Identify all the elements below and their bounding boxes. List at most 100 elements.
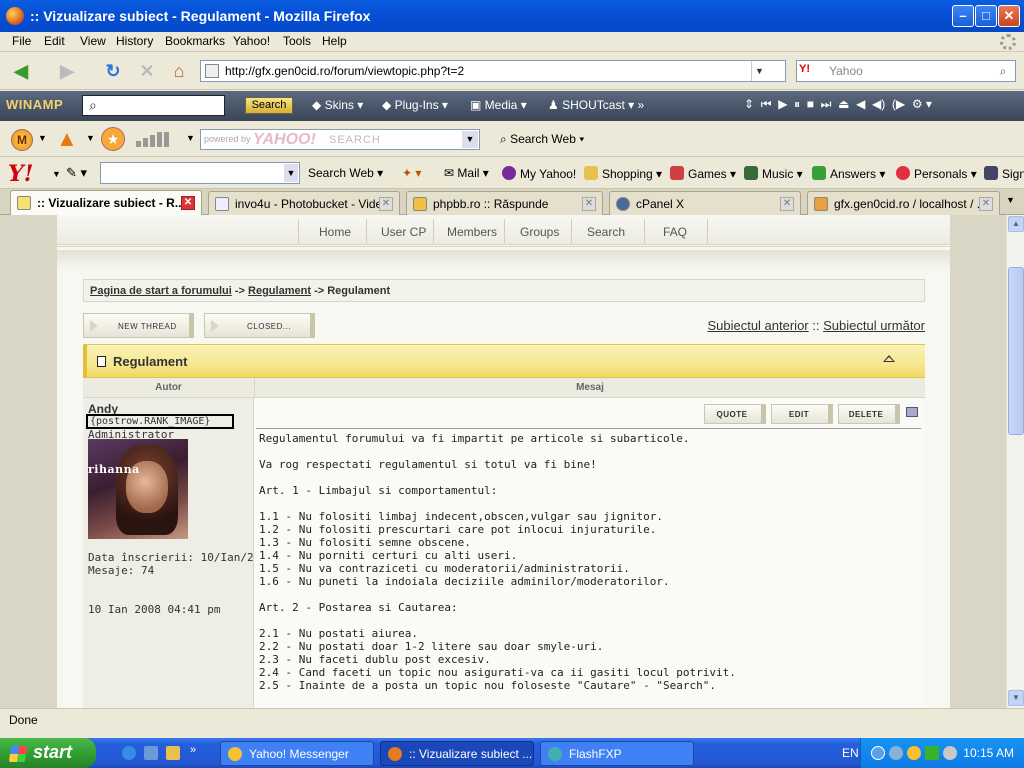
ip-computer-icon[interactable] bbox=[906, 407, 918, 417]
winamp-search-input[interactable]: ⌕ bbox=[82, 95, 225, 116]
upload-arrow-icon[interactable]: ▲ bbox=[56, 128, 78, 150]
quote-button[interactable]: QUOTE bbox=[704, 404, 766, 424]
tab-close-icon[interactable]: ✕ bbox=[780, 197, 794, 211]
closed-button[interactable]: CLOSED... bbox=[204, 313, 315, 338]
scroll-thumb[interactable] bbox=[1008, 267, 1024, 435]
nav-search[interactable]: Search bbox=[587, 225, 625, 239]
menu-tools[interactable]: Tools bbox=[283, 34, 311, 48]
tab-close-icon[interactable]: ✕ bbox=[979, 197, 993, 211]
nav-groups[interactable]: Groups bbox=[520, 225, 559, 239]
bars-dropdown[interactable]: ▼ bbox=[186, 133, 195, 143]
yahoo-logo-dropdown[interactable]: ▼ bbox=[52, 169, 61, 179]
winamp-plugins[interactable]: ◆ Plug-Ins ▾ bbox=[382, 98, 448, 112]
m-dropdown[interactable]: ▼ bbox=[38, 133, 47, 143]
nav-faq[interactable]: FAQ bbox=[663, 225, 687, 239]
yahoo-search-input[interactable]: powered by YAHOO! SEARCH ▼ bbox=[200, 129, 480, 150]
scroll-down-icon[interactable]: ▼ bbox=[1008, 690, 1024, 706]
menu-help[interactable]: Help bbox=[322, 34, 347, 48]
tab-close-icon[interactable]: ✕ bbox=[181, 196, 195, 210]
quicklaunch-icon[interactable] bbox=[144, 746, 158, 760]
yahoo-search-web[interactable]: Search Web ▾ bbox=[308, 166, 383, 180]
yahoo-toolbar-input[interactable]: ▼ bbox=[100, 162, 300, 184]
reload-icon[interactable]: ↻ bbox=[100, 59, 126, 85]
search-bar[interactable]: Y! Yahoo ⌕ bbox=[796, 60, 1016, 82]
winamp-skins[interactable]: ◆ Skins ▾ bbox=[312, 98, 363, 112]
forward-icon[interactable]: ▶ bbox=[54, 59, 80, 85]
quicklaunch-icon[interactable] bbox=[166, 746, 180, 760]
breadcrumb-section[interactable]: Regulament bbox=[248, 285, 311, 297]
previous-topic-link[interactable]: Subiectul anterior bbox=[707, 318, 808, 333]
maximize-button[interactable]: □ bbox=[975, 5, 997, 27]
winamp-media[interactable]: ▣ Media ▾ bbox=[470, 98, 527, 112]
tab-vizualizare[interactable]: :: Vizualizare subiect - R... ✕ bbox=[10, 190, 202, 215]
search-web-button[interactable]: ⌕ Search Web ▾ bbox=[500, 132, 584, 147]
edit-button[interactable]: EDIT bbox=[771, 404, 833, 424]
vertical-scrollbar[interactable]: ▲ ▼ bbox=[1006, 215, 1024, 708]
tray-winamp-icon[interactable] bbox=[925, 746, 939, 760]
winamp-logo[interactable]: WINAMP bbox=[6, 97, 63, 112]
menu-bookmarks[interactable]: Bookmarks bbox=[165, 34, 225, 48]
winamp-search-button[interactable]: Search bbox=[245, 97, 293, 114]
tray-network-icon[interactable] bbox=[889, 746, 903, 760]
tab-close-icon[interactable]: ✕ bbox=[379, 197, 393, 211]
tab-phpbb[interactable]: phpbb.ro :: Răspunde ✕ bbox=[406, 191, 603, 215]
ie-icon[interactable] bbox=[122, 746, 136, 760]
tab-list-dropdown[interactable]: ▼ bbox=[1006, 195, 1015, 205]
window-title-bar[interactable]: :: Vizualizare subiect - Regulament - Mo… bbox=[0, 0, 1024, 32]
yahoo-search-dropdown[interactable]: ▼ bbox=[462, 131, 478, 148]
yahoo-sign-in[interactable]: Sign bbox=[984, 166, 1024, 181]
yahoo-mail[interactable]: ✉ Mail ▾ bbox=[444, 166, 489, 180]
star-icon[interactable]: ★ bbox=[101, 127, 125, 151]
new-thread-button[interactable]: NEW THREAD bbox=[83, 313, 194, 338]
breadcrumb-home[interactable]: Pagina de start a forumului bbox=[90, 285, 232, 297]
menu-view[interactable]: View bbox=[80, 34, 106, 48]
upload-dropdown[interactable]: ▼ bbox=[86, 133, 95, 143]
start-button[interactable]: start bbox=[0, 738, 96, 768]
next-topic-link[interactable]: Subiectul următor bbox=[823, 318, 925, 333]
delete-button[interactable]: DELETE bbox=[838, 404, 900, 424]
collapse-icon[interactable] bbox=[883, 355, 895, 362]
tab-cpanel[interactable]: cPanel X ✕ bbox=[609, 191, 801, 215]
yahoo-logo[interactable]: Y! bbox=[8, 161, 33, 187]
highlighter-icon[interactable]: ✦ ▾ bbox=[402, 166, 421, 180]
yahoo-personals[interactable]: Personals ▾ bbox=[896, 166, 977, 181]
url-history-dropdown[interactable]: ▼ bbox=[751, 61, 767, 81]
scroll-up-icon[interactable]: ▲ bbox=[1008, 216, 1024, 232]
my-yahoo[interactable]: My Yahoo! bbox=[502, 166, 576, 181]
url-text[interactable]: http://gfx.gen0cid.ro/forum/viewtopic.ph… bbox=[225, 64, 464, 78]
search-icon[interactable]: ⌕ bbox=[993, 62, 1013, 80]
nav-user-cp[interactable]: User CP bbox=[381, 225, 426, 239]
tab-close-icon[interactable]: ✕ bbox=[582, 197, 596, 211]
minimize-button[interactable]: – bbox=[952, 5, 974, 27]
yahoo-music[interactable]: Music ▾ bbox=[744, 166, 803, 181]
nav-members[interactable]: Members bbox=[447, 225, 497, 239]
url-bar[interactable]: http://gfx.gen0cid.ro/forum/viewtopic.ph… bbox=[200, 60, 811, 82]
tray-messenger-icon[interactable] bbox=[907, 746, 921, 760]
tab-phpmyadmin[interactable]: gfx.gen0cid.ro / localhost / ... ✕ bbox=[807, 191, 1000, 215]
nav-home[interactable]: Home bbox=[319, 225, 351, 239]
tab-photobucket[interactable]: invo4u - Photobucket - Vide... ✕ bbox=[208, 191, 400, 215]
yahoo-answers[interactable]: Answers ▾ bbox=[812, 166, 885, 181]
winamp-shoutcast[interactable]: ♟ SHOUTcast ▾ » bbox=[548, 98, 644, 112]
menu-yahoo[interactable]: Yahoo! bbox=[233, 34, 270, 48]
search-input[interactable]: Yahoo bbox=[829, 64, 863, 78]
tray-volume-icon[interactable] bbox=[943, 746, 957, 760]
quicklaunch-expand-icon[interactable]: » bbox=[190, 744, 196, 756]
close-button[interactable]: ✕ bbox=[998, 5, 1020, 27]
back-icon[interactable]: ◀ bbox=[8, 59, 34, 85]
yahoo-input-dropdown[interactable]: ▼ bbox=[284, 164, 298, 182]
yahoo-games[interactable]: Games ▾ bbox=[670, 166, 736, 181]
taskbar-yahoo-messenger[interactable]: Yahoo! Messenger bbox=[220, 741, 374, 766]
menu-file[interactable]: File bbox=[12, 34, 31, 48]
menu-edit[interactable]: Edit bbox=[44, 34, 65, 48]
taskbar-flashfxp[interactable]: FlashFXP bbox=[540, 741, 694, 766]
home-icon[interactable]: ⌂ bbox=[166, 59, 192, 85]
menu-history[interactable]: History bbox=[116, 34, 153, 48]
tray-expand-icon[interactable] bbox=[871, 746, 885, 760]
winamp-controls[interactable]: ⇕ ⏮ ▶ ⏸ ■ ⏭ ⏏ ◀ ◀) (▶ ⚙ ▾ bbox=[744, 97, 932, 112]
stop-icon[interactable]: ✕ bbox=[134, 59, 160, 85]
m-icon[interactable]: M bbox=[11, 129, 33, 151]
yahoo-shopping[interactable]: Shopping ▾ bbox=[584, 166, 662, 181]
language-indicator[interactable]: EN bbox=[842, 746, 859, 760]
search-provider-icon[interactable]: Y! bbox=[799, 63, 810, 75]
